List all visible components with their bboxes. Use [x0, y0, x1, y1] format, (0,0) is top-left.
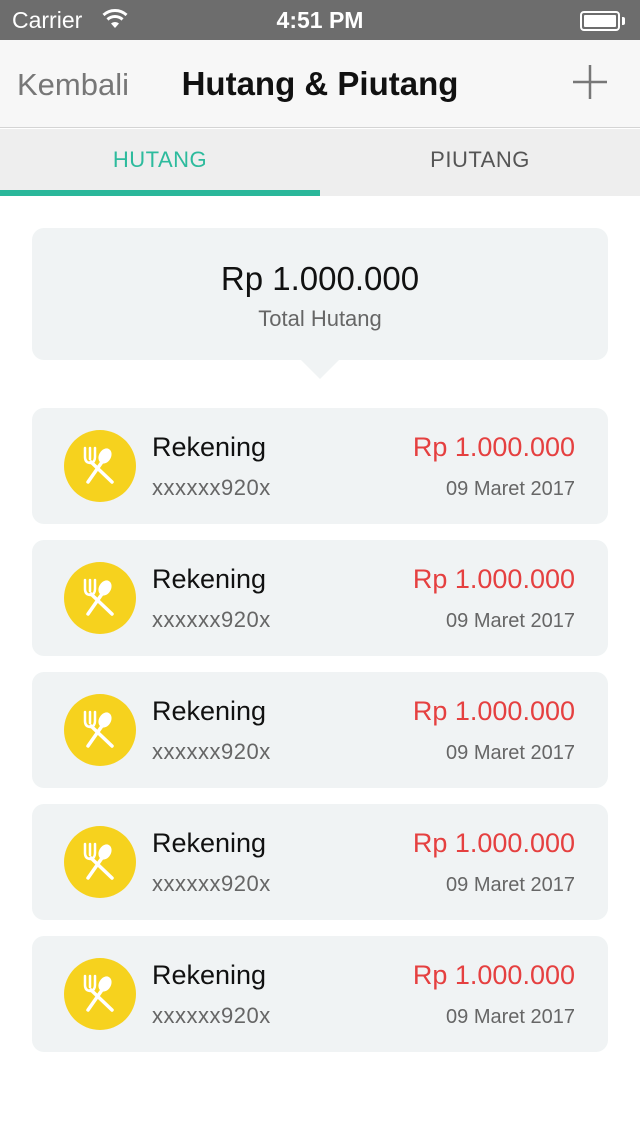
list-item[interactable]: Rekening xxxxxx920x Rp 1.000.000 09 Mare… [32, 540, 608, 656]
item-amount: Rp 1.000.000 [412, 432, 575, 462]
item-amount: Rp 1.000.000 [412, 960, 575, 990]
fork-spoon-icon [83, 842, 114, 880]
item-date: 09 Maret 2017 [446, 610, 575, 632]
category-avatar [64, 958, 136, 1030]
item-account: xxxxxx920x [152, 871, 271, 896]
total-summary-card: Rp 1.000.000 Total Hutang [32, 228, 608, 360]
item-date: 09 Maret 2017 [446, 874, 575, 896]
status-bar: Carrier 4:51 PM [0, 0, 640, 40]
fork-spoon-icon [83, 710, 114, 748]
item-account: xxxxxx920x [152, 1003, 271, 1028]
list-item[interactable]: Rekening xxxxxx920x Rp 1.000.000 09 Mare… [32, 804, 608, 920]
summary-pointer [300, 359, 340, 379]
item-account: xxxxxx920x [152, 475, 271, 500]
item-date: 09 Maret 2017 [446, 742, 575, 764]
total-amount: Rp 1.000.000 [220, 260, 420, 297]
category-avatar [64, 430, 136, 502]
tab-hutang[interactable]: HUTANG [0, 129, 320, 196]
list-item[interactable]: Rekening xxxxxx920x Rp 1.000.000 09 Mare… [32, 936, 608, 1052]
plus-icon[interactable] [570, 62, 610, 102]
fork-spoon-icon [83, 974, 114, 1012]
fork-spoon-icon [83, 578, 114, 616]
item-name: Rekening [152, 432, 267, 462]
navigation-bar: Kembali Hutang & Piutang [0, 40, 640, 128]
item-account: xxxxxx920x [152, 607, 271, 632]
item-date: 09 Maret 2017 [446, 1006, 575, 1028]
item-amount: Rp 1.000.000 [412, 564, 575, 594]
item-account: xxxxxx920x [152, 739, 271, 764]
tab-bar: HUTANG PIUTANG [0, 129, 640, 196]
item-name: Rekening [152, 828, 267, 858]
list-item[interactable]: Rekening xxxxxx920x Rp 1.000.000 09 Mare… [32, 408, 608, 524]
item-amount: Rp 1.000.000 [412, 828, 575, 858]
item-name: Rekening [152, 696, 267, 726]
category-avatar [64, 826, 136, 898]
tab-piutang[interactable]: PIUTANG [320, 129, 640, 196]
item-date: 09 Maret 2017 [446, 478, 575, 500]
clock: 4:51 PM [276, 7, 364, 33]
debt-list: Rekening xxxxxx920x Rp 1.000.000 09 Mare… [32, 408, 608, 1068]
item-name: Rekening [152, 564, 267, 594]
page-title: Hutang & Piutang [181, 65, 459, 102]
total-label: Total Hutang [258, 306, 382, 331]
active-tab-indicator [0, 190, 320, 196]
list-item[interactable]: Rekening xxxxxx920x Rp 1.000.000 09 Mare… [32, 672, 608, 788]
category-avatar [64, 694, 136, 766]
fork-spoon-icon [83, 446, 114, 484]
category-avatar [64, 562, 136, 634]
item-amount: Rp 1.000.000 [412, 696, 575, 726]
item-name: Rekening [152, 960, 267, 990]
battery-icon [580, 11, 626, 31]
